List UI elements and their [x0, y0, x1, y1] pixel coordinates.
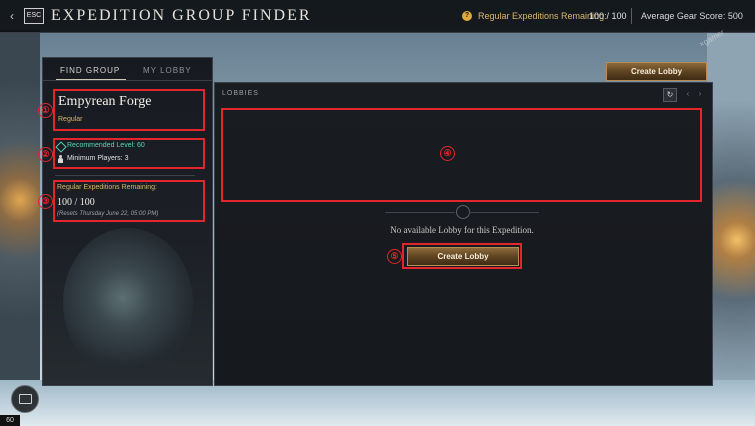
- annotation-number-2: ②: [38, 147, 53, 162]
- annotation-number-4: ④: [440, 146, 455, 161]
- annotation-box-2: [53, 138, 205, 169]
- lobbies-section-label: LOBBIES: [222, 90, 259, 97]
- top-bar: ‹ ESC EXPEDITION GROUP FINDER ? Regular …: [0, 0, 755, 33]
- esc-button[interactable]: ESC: [24, 8, 44, 24]
- background-bottom: [0, 380, 755, 426]
- info-divider: [55, 175, 195, 176]
- annotation-box-3: [53, 180, 205, 222]
- annotation-box-4: [221, 108, 702, 202]
- page-title: EXPEDITION GROUP FINDER: [51, 7, 312, 24]
- chevron-right-icon[interactable]: ›: [695, 88, 705, 100]
- divider-left: [385, 212, 455, 213]
- chevron-left-icon[interactable]: ‹: [10, 9, 14, 23]
- chevron-left-icon[interactable]: ‹: [683, 88, 693, 100]
- background-left: [0, 30, 40, 426]
- empty-lobby-message: No available Lobby for this Expedition.: [390, 225, 534, 235]
- fps-counter: 60: [0, 415, 20, 426]
- top-divider: [631, 8, 632, 24]
- annotation-number-5: ⑤: [387, 249, 402, 264]
- chat-icon: [19, 394, 32, 404]
- tab-my-lobby[interactable]: MY LOBBY: [143, 66, 192, 75]
- expedition-art: [63, 228, 193, 378]
- create-lobby-header-button[interactable]: Create Lobby: [606, 62, 707, 81]
- average-gear-score: Average Gear Score: 500: [641, 11, 743, 21]
- annotation-box-5: [402, 243, 522, 269]
- regular-remaining-label: Regular Expeditions Remaining:: [478, 11, 607, 21]
- annotation-number-3: ③: [38, 194, 53, 209]
- expedition-coin-icon: ?: [462, 11, 472, 21]
- chat-button[interactable]: [11, 385, 39, 413]
- regular-remaining-count: 100 / 100: [589, 11, 627, 21]
- annotation-number-1: ①: [38, 103, 53, 118]
- background-right: [707, 30, 755, 426]
- tabs-divider: [42, 80, 213, 81]
- emblem-icon: [456, 205, 470, 219]
- refresh-icon[interactable]: ↻: [663, 88, 677, 102]
- annotation-box-1: [53, 89, 205, 131]
- divider-right: [469, 212, 539, 213]
- tab-find-group[interactable]: FIND GROUP: [60, 66, 120, 75]
